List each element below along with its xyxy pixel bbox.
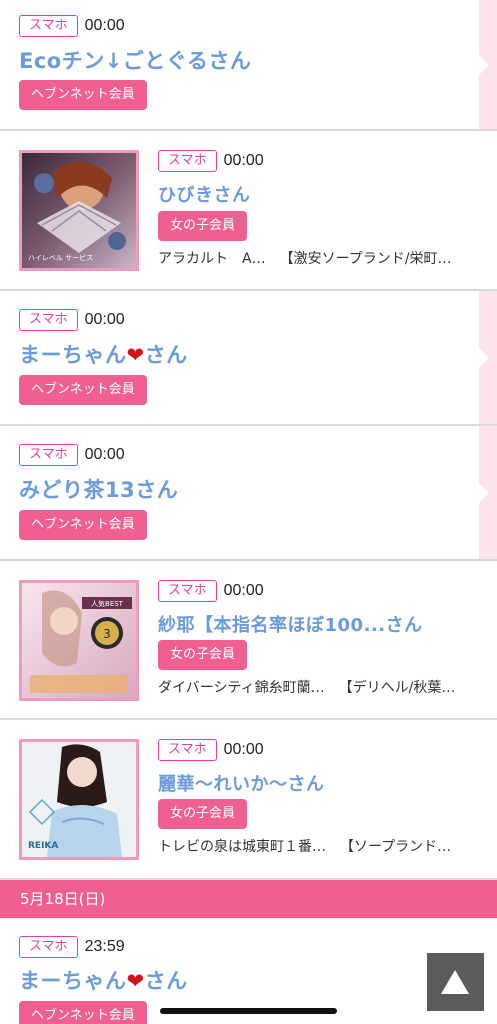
post-time: 23:59 xyxy=(84,938,125,955)
member-badge: 女の子会員 xyxy=(158,211,248,241)
thumbnail-caption: REIKA xyxy=(28,841,58,851)
thumbnail-caption: 人気BEST xyxy=(91,599,124,608)
member-name[interactable]: みどり茶13さん xyxy=(19,474,178,504)
list-item[interactable]: スマホ 00:00 みどり茶13さん ヘブンネット会員 xyxy=(0,426,497,561)
post-time: 00:00 xyxy=(84,446,125,463)
rank-number: 3 xyxy=(103,627,111,641)
side-strip xyxy=(479,426,497,559)
shop-name: ダイバーシティ錦糸町蘭… xyxy=(158,680,325,696)
notch-icon xyxy=(479,54,489,75)
shop-info[interactable]: アラカルト A… 【激安ソープランド/栄町… xyxy=(158,248,451,268)
home-indicator[interactable] xyxy=(160,1008,337,1014)
post-time: 00:00 xyxy=(84,311,125,328)
shop-category: 【ソープランド… xyxy=(340,839,452,855)
profile-thumbnail[interactable]: REIKA xyxy=(19,739,139,860)
member-name[interactable]: 麗華〜れいか〜さん xyxy=(158,770,325,796)
member-badge: ヘブンネット会員 xyxy=(19,1001,147,1024)
member-name[interactable]: まーちゃん❤さん xyxy=(19,339,188,369)
device-tag: スマホ xyxy=(158,580,217,602)
shop-category: 【激安ソープランド/栄町… xyxy=(279,251,452,267)
scroll-to-top-button[interactable] xyxy=(427,953,484,1011)
post-time: 00:00 xyxy=(223,741,264,758)
member-name[interactable]: ひびきさん xyxy=(158,181,251,207)
member-badge: ヘブンネット会員 xyxy=(19,510,147,540)
list-item[interactable]: 3 人気BEST スマホ 00:00 紗耶【本指名率ほぼ100...さん 女の子… xyxy=(0,561,497,720)
device-tag: スマホ xyxy=(19,936,78,958)
member-name-suffix: さん xyxy=(144,969,188,993)
device-tag: スマホ xyxy=(158,739,217,761)
post-time: 00:00 xyxy=(84,17,125,34)
member-badge: 女の子会員 xyxy=(158,799,248,829)
shop-name: アラカルト A… xyxy=(158,251,266,267)
date-header: 5月18日(日) xyxy=(0,880,497,918)
shop-category: 【デリヘル/秋葉… xyxy=(338,680,456,696)
side-strip xyxy=(479,291,497,424)
post-time: 00:00 xyxy=(223,152,264,169)
list-item[interactable]: REIKA スマホ 00:00 麗華〜れいか〜さん 女の子会員 トレビの泉は城東… xyxy=(0,720,497,880)
list-item[interactable]: スマホ 00:00 Ecoチン↓ごとぐるさん ヘブンネット会員 xyxy=(0,0,497,131)
member-name-text: まーちゃん xyxy=(19,343,127,367)
member-name-text: まーちゃん xyxy=(19,969,127,993)
device-tag: スマホ xyxy=(19,444,78,466)
device-tag: スマホ xyxy=(158,150,217,172)
post-time: 00:00 xyxy=(223,582,264,599)
thumbnail-caption: ハイレベル サービス xyxy=(28,253,93,262)
profile-thumbnail[interactable]: 3 人気BEST xyxy=(19,580,139,701)
member-badge: ヘブンネット会員 xyxy=(19,375,147,405)
list-item[interactable]: スマホ 00:00 まーちゃん❤さん ヘブンネット会員 xyxy=(0,291,497,426)
shop-name: トレビの泉は城東町１番… xyxy=(158,839,326,855)
profile-thumbnail[interactable]: ハイレベル サービス xyxy=(19,150,139,271)
up-triangle-icon xyxy=(441,970,469,994)
notch-icon xyxy=(479,482,489,503)
shop-info[interactable]: トレビの泉は城東町１番… 【ソープランド… xyxy=(158,836,451,856)
member-badge: 女の子会員 xyxy=(158,640,248,670)
notch-icon xyxy=(479,347,489,368)
heart-icon: ❤ xyxy=(126,969,145,993)
member-name[interactable]: Ecoチン↓ごとぐるさん xyxy=(19,45,251,75)
heart-icon: ❤ xyxy=(126,343,145,367)
shop-info[interactable]: ダイバーシティ錦糸町蘭… 【デリヘル/秋葉… xyxy=(158,677,455,697)
device-tag: スマホ xyxy=(19,15,78,37)
member-badge: ヘブンネット会員 xyxy=(19,80,147,110)
list-item[interactable]: ハイレベル サービス スマホ 00:00 ひびきさん 女の子会員 アラカルト A… xyxy=(0,131,497,291)
member-name[interactable]: 紗耶【本指名率ほぼ100...さん xyxy=(158,611,423,637)
device-tag: スマホ xyxy=(19,309,78,331)
side-strip xyxy=(479,0,497,129)
member-name[interactable]: まーちゃん❤さん xyxy=(19,965,188,995)
member-name-suffix: さん xyxy=(144,343,188,367)
